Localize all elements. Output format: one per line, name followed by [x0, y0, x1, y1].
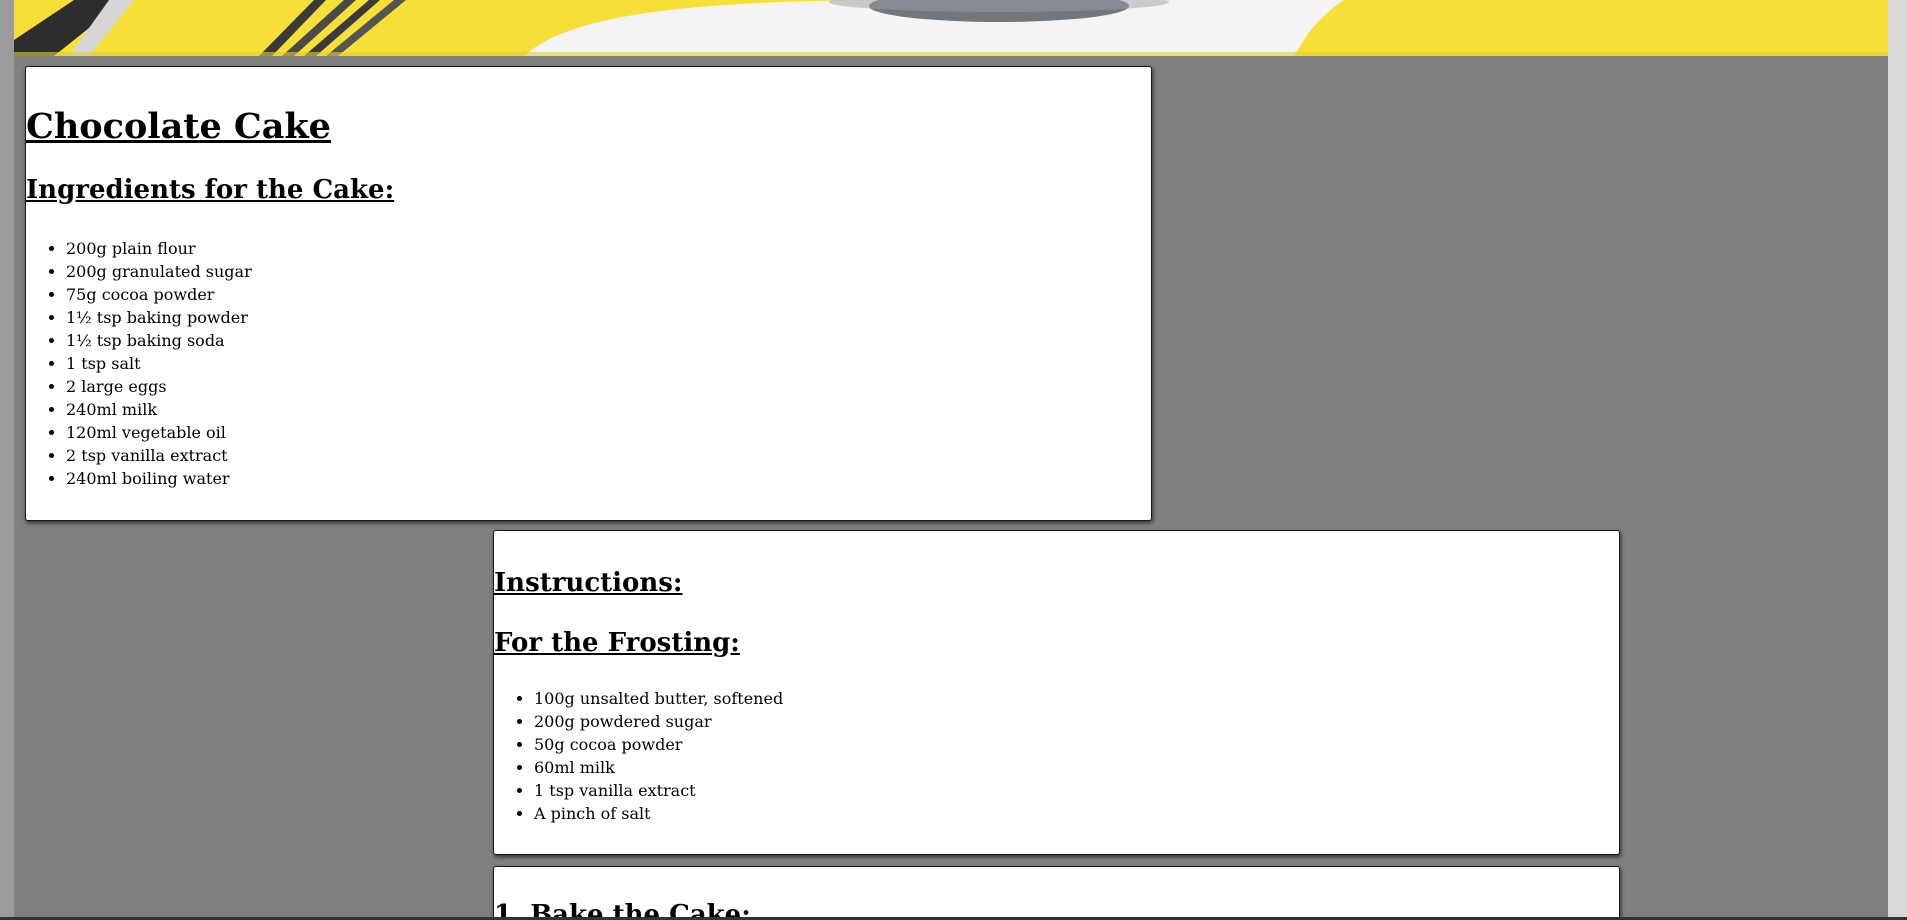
- ingredient-item: 2 tsp vanilla extract: [66, 444, 252, 467]
- hero-image: [14, 0, 1888, 56]
- instructions-card: Instructions: For the Frosting: 100g uns…: [493, 530, 1620, 855]
- right-window-edge: [1888, 0, 1907, 920]
- frosting-ingredient-item: 50g cocoa powder: [534, 733, 783, 756]
- cake-ingredients-card: Chocolate Cake Ingredients for the Cake:…: [25, 66, 1152, 521]
- ingredient-item: 1½ tsp baking soda: [66, 329, 252, 352]
- frosting-ingredients-list: 100g unsalted butter, softened 200g powd…: [494, 687, 783, 825]
- ingredient-item: 200g plain flour: [66, 237, 252, 260]
- cake-ingredients-list: 200g plain flour 200g granulated sugar 7…: [26, 237, 252, 490]
- ingredient-item: 120ml vegetable oil: [66, 421, 252, 444]
- ingredient-item: 200g granulated sugar: [66, 260, 252, 283]
- ingredient-item: 75g cocoa powder: [66, 283, 252, 306]
- instructions-heading: Instructions:: [494, 568, 683, 598]
- hero-photo-graphic: [14, 0, 1888, 56]
- frosting-ingredient-item: 1 tsp vanilla extract: [534, 779, 783, 802]
- cake-ingredients-heading: Ingredients for the Cake:: [26, 175, 395, 205]
- ingredient-item: 240ml milk: [66, 398, 252, 421]
- ingredient-item: 240ml boiling water: [66, 467, 252, 490]
- bake-steps-card: 1. Bake the Cake:: [493, 866, 1620, 920]
- frosting-ingredient-item: 60ml milk: [534, 756, 783, 779]
- recipe-page: Chocolate Cake Ingredients for the Cake:…: [14, 0, 1888, 920]
- ingredient-item: 2 large eggs: [66, 375, 252, 398]
- frosting-heading: For the Frosting:: [494, 628, 740, 658]
- frosting-ingredient-item: 100g unsalted butter, softened: [534, 687, 783, 710]
- frosting-ingredient-item: A pinch of salt: [534, 802, 783, 825]
- browser-viewport: Chocolate Cake Ingredients for the Cake:…: [0, 0, 1907, 920]
- ingredient-item: 1 tsp salt: [66, 352, 252, 375]
- recipe-title: Chocolate Cake: [26, 106, 331, 147]
- left-window-edge: [0, 0, 14, 920]
- ingredient-item: 1½ tsp baking powder: [66, 306, 252, 329]
- frosting-ingredient-item: 200g powdered sugar: [534, 710, 783, 733]
